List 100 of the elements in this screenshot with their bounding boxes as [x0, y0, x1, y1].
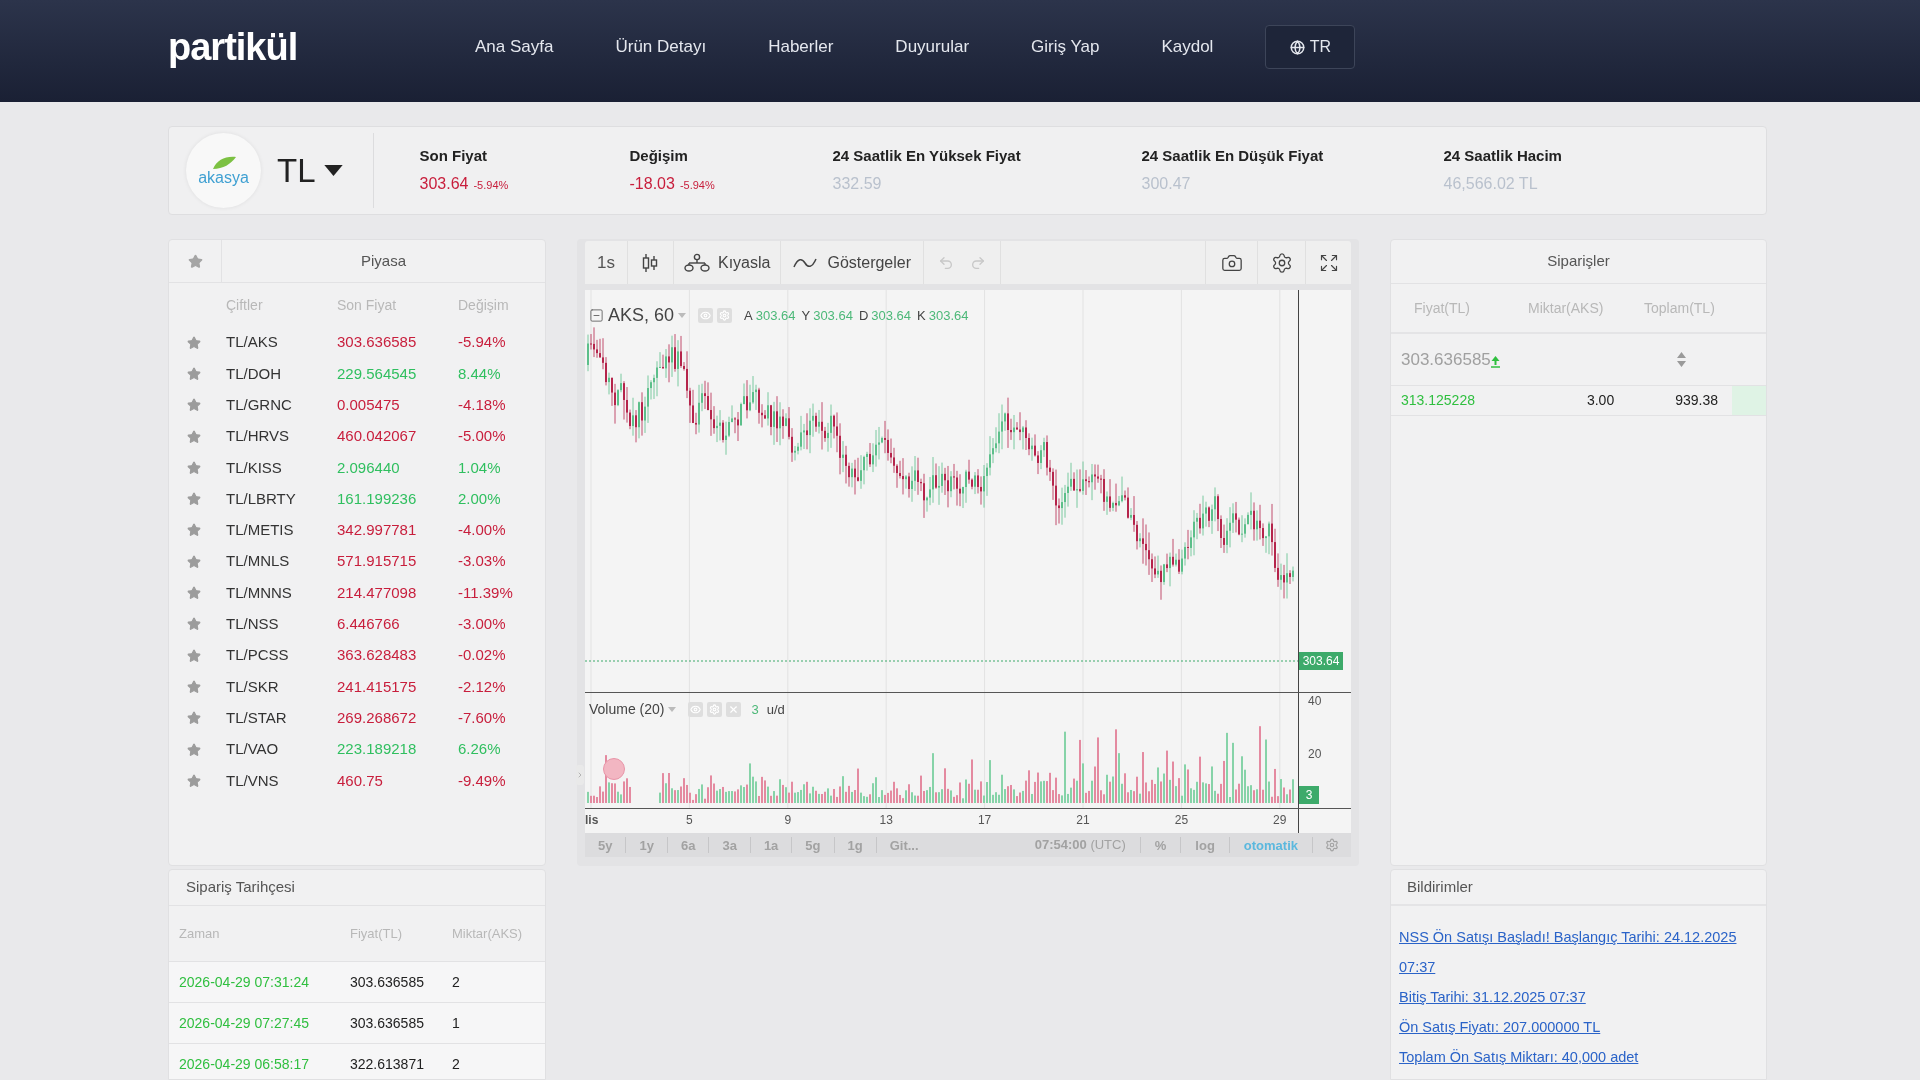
pair-price: 269.268672 — [337, 707, 417, 728]
stat-label: 24 Saatlik En Düşük Fiyat — [1141, 146, 1324, 167]
gear-icon[interactable] — [707, 702, 723, 717]
star-icon — [187, 253, 203, 269]
trade-price: 303.636585 — [350, 1013, 424, 1033]
column-header: Zaman — [179, 924, 220, 943]
side-handle[interactable] — [576, 765, 584, 785]
axis-label: 13 — [879, 814, 893, 826]
nav-link[interactable]: Ürün Detayı — [615, 34, 707, 60]
eye-icon[interactable] — [688, 702, 704, 717]
axis-label: 40 — [1308, 695, 1322, 707]
settings-icon — [1270, 251, 1293, 274]
pair-change: -9.49% — [458, 770, 506, 791]
minus-square-icon[interactable] — [589, 308, 604, 323]
panel-title: Bildirimler — [1407, 876, 1473, 897]
star-icon[interactable] — [187, 492, 201, 507]
nav-link[interactable]: Haberler — [768, 34, 834, 60]
nav-link[interactable]: Kaydol — [1161, 34, 1214, 60]
order-price: 313.125228 — [1401, 391, 1475, 410]
marker-icon[interactable] — [603, 758, 625, 780]
star-icon[interactable] — [187, 617, 201, 632]
notification-link[interactable]: NSS Ön Satışı Başladı! Başlangıç Tarihi: 24.12.2025 07:37 — [1399, 922, 1752, 982]
star-icon[interactable] — [187, 554, 201, 569]
close-icon[interactable] — [726, 702, 742, 717]
indicators-button[interactable]: Göstergeler — [781, 241, 925, 284]
panel-title: Piyasa — [361, 250, 406, 271]
star-icon[interactable] — [187, 648, 201, 663]
nav-link[interactable]: Duyurular — [895, 34, 970, 60]
pair-name[interactable]: TL/VAO — [226, 738, 279, 761]
fullscreen-icon — [1318, 252, 1339, 273]
trade-time: 2026-04-29 06:58:17 — [179, 1054, 309, 1074]
notification-link[interactable]: Bitiş Tarihi: 31.12.2025 07:37 — [1399, 982, 1586, 1012]
star-icon[interactable] — [187, 773, 201, 788]
axis-label: 25 — [1174, 814, 1189, 826]
pair-price: 460.042067 — [337, 426, 417, 447]
stat-value: 303.64 — [419, 173, 469, 194]
stat-change: -5.94% — [679, 177, 715, 193]
axis-label: lis — [585, 814, 599, 826]
panel-title: Siparişler — [1547, 251, 1610, 272]
interval-button[interactable]: 1s — [585, 241, 628, 284]
site-logo[interactable]: partikül — [168, 28, 321, 66]
pair-name[interactable]: TL/DOH — [226, 362, 281, 386]
star-icon[interactable] — [187, 366, 201, 381]
star-icon[interactable] — [187, 679, 201, 694]
pair-change: -11.39% — [458, 582, 513, 603]
star-icon[interactable] — [187, 429, 201, 444]
pair-change: -7.60% — [458, 707, 506, 728]
pair-name[interactable]: TL/GRNC — [226, 394, 292, 417]
last-price-label: 303.64 — [1299, 652, 1343, 670]
pair-change: -2.12% — [458, 676, 506, 697]
star-icon[interactable] — [187, 335, 201, 350]
pair-name[interactable]: TL/STAR — [226, 706, 287, 730]
pair-name[interactable]: TL/SKR — [226, 675, 279, 699]
star-icon[interactable] — [187, 460, 201, 475]
star-icon[interactable] — [187, 742, 201, 757]
pair-price: 241.415175 — [337, 676, 417, 697]
stat-label: Son Fiyat — [419, 146, 488, 167]
axis-label: 5 — [686, 814, 693, 826]
pair-name[interactable]: TL/METIS — [226, 519, 294, 542]
currency-selector[interactable]: TL — [277, 145, 343, 196]
trade-time: 2026-04-29 07:27:45 — [179, 1013, 309, 1033]
star-icon[interactable] — [187, 586, 201, 600]
pair-price: 571.915715 — [337, 551, 417, 572]
column-header: Toplam(TL) — [1644, 298, 1715, 318]
pair-name[interactable]: TL/VNS — [226, 769, 279, 793]
gear-icon[interactable] — [717, 308, 733, 323]
compare-icon — [683, 252, 710, 273]
eye-icon[interactable] — [698, 308, 714, 323]
order-total: 939.38 — [1675, 391, 1718, 410]
pair-name[interactable]: TL/MNNS — [226, 581, 292, 605]
pair-change: 6.26% — [458, 739, 501, 760]
wave-line-icon — [793, 256, 818, 269]
volume-title: Volume (20) — [589, 700, 665, 719]
pair-price: 214.477098 — [337, 582, 417, 603]
sort-icon[interactable] — [1677, 352, 1686, 367]
notification-link[interactable]: Toplam Ön Satış Miktarı: 40,000 adet — [1399, 1042, 1639, 1072]
pair-name[interactable]: TL/AKS — [226, 331, 278, 354]
pair-name[interactable]: TL/MNLS — [226, 550, 290, 573]
logo-text: akasya — [198, 169, 249, 186]
star-icon[interactable] — [187, 398, 201, 413]
leaf-icon — [210, 155, 237, 170]
pair-name[interactable]: TL/NSS — [226, 613, 279, 636]
language-button[interactable]: TR — [1265, 25, 1356, 69]
star-icon[interactable] — [187, 523, 201, 538]
panel-title: Sipariş Tarihçesi — [186, 877, 295, 898]
column-header: Fiyat(TL) — [350, 924, 402, 943]
pair-name[interactable]: TL/LBRTY — [226, 487, 296, 511]
star-icon[interactable] — [187, 711, 201, 726]
pair-name[interactable]: TL/HRVS — [226, 425, 290, 448]
pair-price: 460.75 — [337, 770, 383, 791]
pair-name[interactable]: TL/PCSS — [226, 644, 289, 667]
nav-link[interactable]: Giriş Yap — [1031, 34, 1100, 60]
nav-link[interactable]: Ana Sayfa — [475, 34, 554, 60]
compare-button[interactable]: Kıyasla — [673, 241, 782, 284]
column-header: Miktar(AKS) — [452, 924, 523, 943]
pair-name[interactable]: TL/KISS — [226, 456, 282, 480]
pair-change: -5.00% — [458, 426, 506, 447]
stat-change: -5.94% — [473, 177, 509, 193]
notification-link[interactable]: Ön Satış Fiyatı: 207.000000 TL — [1399, 1012, 1601, 1042]
axis-label: 17 — [977, 814, 992, 826]
